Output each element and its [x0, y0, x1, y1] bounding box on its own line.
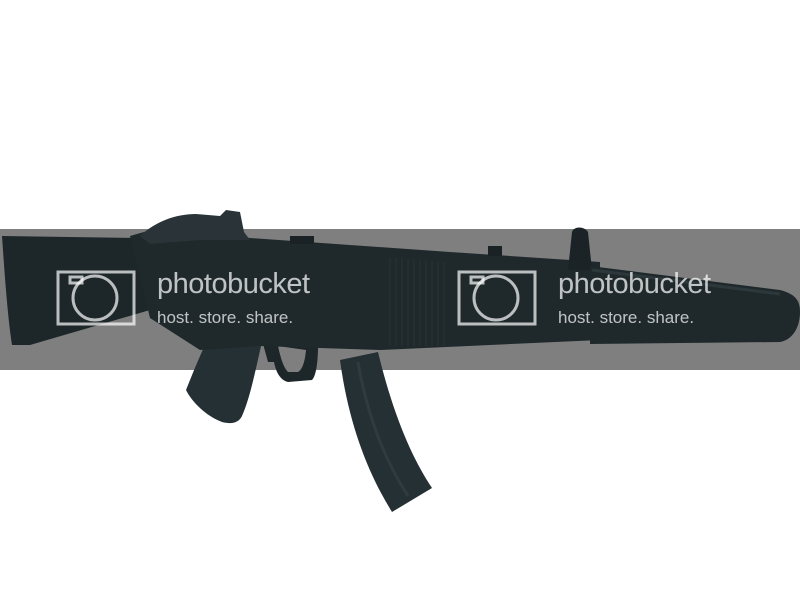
- watermark-tagline: host. store. share.: [157, 308, 294, 327]
- handguard-top: [488, 246, 502, 256]
- watermark-brand: photobucket: [157, 268, 310, 300]
- watermark-brand: photobucket: [558, 268, 711, 300]
- watermark-right: photobucket host. store. share.: [458, 268, 758, 338]
- watermark-left: photobucket host. store. share.: [57, 268, 357, 338]
- charging-tube: [290, 236, 314, 244]
- watermark-tagline: host. store. share.: [558, 308, 695, 327]
